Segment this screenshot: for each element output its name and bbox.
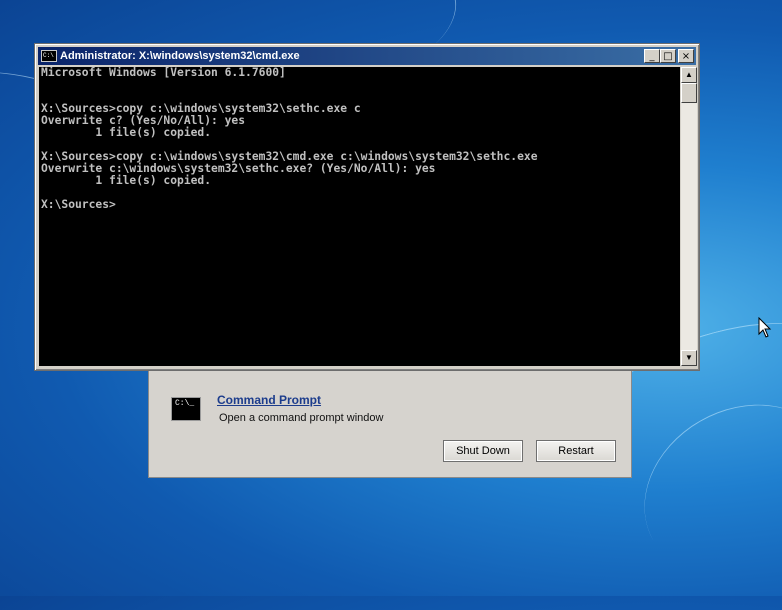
cmd-icon: C:\ [41, 50, 57, 62]
vertical-scrollbar[interactable]: ▲ ▼ [681, 67, 697, 366]
command-prompt-link[interactable]: Command Prompt [217, 393, 321, 407]
command-prompt-description: Open a command prompt window [219, 412, 384, 424]
console-output[interactable]: Microsoft Windows [Version 6.1.7600] X:\… [39, 67, 680, 366]
window-controls: _ □ × [644, 49, 694, 63]
command-prompt-icon: C:\_ [171, 397, 201, 421]
maximize-button[interactable]: □ [660, 49, 676, 63]
console-prompt-line: X:\Sources> [41, 198, 116, 211]
cmd-window: C:\ Administrator: X:\windows\system32\c… [34, 43, 700, 371]
mouse-pointer-icon [758, 317, 772, 338]
cmd-titlebar[interactable]: C:\ Administrator: X:\windows\system32\c… [38, 47, 696, 65]
minimize-button[interactable]: _ [644, 49, 660, 63]
close-button[interactable]: × [678, 49, 694, 63]
window-title: Administrator: X:\windows\system32\cmd.e… [60, 50, 300, 62]
console-line: Microsoft Windows [Version 6.1.7600] [41, 67, 286, 79]
console-line: 1 file(s) copied. [41, 126, 212, 139]
scroll-down-arrow-icon[interactable]: ▼ [681, 350, 697, 366]
shut-down-button[interactable]: Shut Down [443, 440, 523, 462]
restart-button[interactable]: Restart [536, 440, 616, 462]
scrollbar-thumb[interactable] [681, 83, 697, 103]
scroll-up-arrow-icon[interactable]: ▲ [681, 67, 697, 83]
console-line: 1 file(s) copied. [41, 174, 212, 187]
